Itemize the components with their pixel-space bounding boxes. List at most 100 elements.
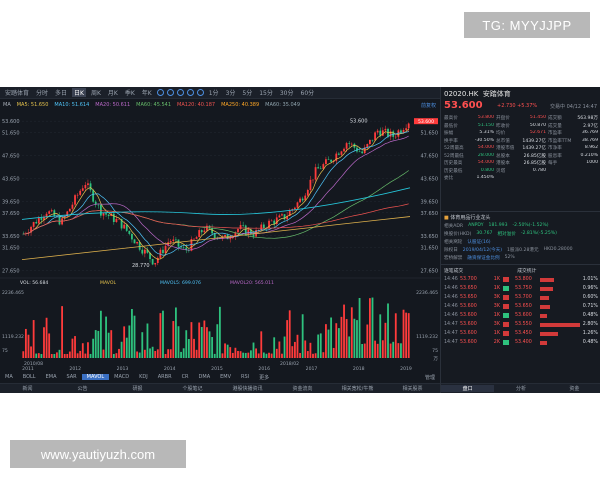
indicator-tab[interactable]: MACD (109, 374, 134, 380)
indicator-tab[interactable]: MA (0, 374, 18, 380)
bottom-tab[interactable]: 相关宽松/牛熊 (330, 385, 385, 392)
candle-body (327, 159, 330, 160)
sidebar-tab[interactable]: 分析 (494, 385, 547, 392)
toolbar-item[interactable]: 多日 (53, 88, 69, 97)
toolbar-item[interactable]: 3分 (224, 88, 238, 97)
sidebar-tab[interactable]: 资金 (548, 385, 600, 392)
bottom-tab[interactable]: 相关股票 (385, 385, 440, 392)
bottom-tab[interactable]: 资金流向 (275, 385, 330, 392)
info-line[interactable]: 除权日 2019/04/12(今天) 1股派0.28港元 HKD0.28000 (444, 247, 598, 253)
candle-body (309, 179, 312, 190)
volume-bar (343, 304, 345, 358)
info-line-part: 181.993 (488, 223, 508, 228)
toolbar-item[interactable]: 季K (123, 88, 137, 97)
indicator-tab[interactable]: SAR (62, 374, 82, 380)
volume-bar (265, 353, 268, 358)
field-value: 1439.27亿 (522, 138, 546, 144)
volume-legend: MAVOL (100, 280, 116, 286)
indicator-tab[interactable]: EMA (41, 374, 62, 380)
toolbar-item[interactable]: 周K (89, 88, 103, 97)
candle-body (71, 204, 74, 209)
candle-body (177, 239, 180, 247)
indicator-tab[interactable]: DMA (194, 374, 216, 380)
toolbar-item[interactable]: 5分 (240, 88, 254, 97)
indicator-tab[interactable]: ARBR (153, 374, 177, 380)
volume-bar (322, 352, 325, 358)
candle-body (99, 204, 102, 216)
indicator-tab[interactable]: BOLL (18, 374, 41, 380)
trade-time: 交易中 04/12 14:47 (550, 104, 597, 110)
field-label: 换手率 (444, 138, 458, 144)
info-line[interactable]: 相关窝轮 认股证(16) (444, 239, 598, 245)
sidebar-tab[interactable]: 盘口 (441, 385, 495, 392)
volume-bar (180, 351, 182, 358)
tool-icon[interactable] (196, 89, 204, 96)
volume-bar (143, 349, 146, 358)
trade-direction-tag (503, 322, 509, 327)
volume-bar (128, 325, 131, 358)
info-line[interactable]: 换股价(HKD) 30.767 相对溢价 -2.81%(-5.25%) (444, 231, 598, 237)
volume-bar (208, 331, 211, 358)
watermark-bottom: www.yautiyuzh.com (10, 440, 186, 468)
quote-field: 昨收价 50.870 (496, 123, 546, 129)
indicator-tab[interactable]: KDJ (134, 374, 153, 380)
volume-bar (270, 353, 273, 358)
bottom-tab[interactable]: 港股快播资讯 (220, 385, 275, 392)
candle-body (154, 262, 157, 265)
candle-body (262, 224, 265, 229)
toolbar-item[interactable]: 分时 (34, 88, 50, 97)
indicator-tab[interactable]: RSI (236, 374, 254, 380)
candle-body (371, 139, 374, 141)
candle-body (84, 184, 87, 189)
adjust-mode[interactable]: 前复权 (421, 102, 436, 109)
volume-bar (394, 313, 397, 358)
y-tick-label-right: 43.650 (421, 176, 439, 182)
info-line[interactable]: 相关ADR ANPDY 181.993 -2.50%(-1.52%) (444, 223, 598, 229)
tool-icon[interactable] (166, 89, 174, 96)
volume-bar (304, 340, 307, 358)
volume-bar (405, 312, 408, 358)
bottom-tab[interactable]: 新闻 (0, 385, 55, 392)
ma-value: MA5: 51.650 (16, 102, 49, 108)
indicator-tab[interactable]: 更多 (254, 374, 274, 381)
volume-bar (293, 341, 296, 358)
quote-field: 均价 52.671 (496, 130, 546, 136)
candle-body (162, 249, 164, 254)
indicator-tab[interactable]: CR (177, 374, 194, 380)
stat-percent: 0.60% (582, 295, 598, 300)
tool-icon[interactable] (186, 89, 194, 96)
toolbar-item[interactable]: 月K (106, 88, 120, 97)
bottom-tab[interactable]: 研报 (110, 385, 165, 392)
manage-button[interactable]: 管理 (420, 374, 440, 381)
toolbar-item[interactable]: 安踏体育 (3, 88, 31, 97)
volume-bar (262, 352, 265, 358)
bottom-tab[interactable]: 公告 (55, 385, 110, 392)
candle-body (193, 238, 195, 240)
candle-body (175, 239, 177, 241)
field-value: 2.97亿 (583, 123, 598, 129)
info-line-part: 相关窝轮 (444, 240, 463, 245)
industry-section[interactable]: ■ 体育用品行业龙头 (444, 214, 490, 221)
indicator-tab[interactable]: MAVOL (81, 374, 110, 380)
toolbar-item[interactable]: 30分 (278, 88, 296, 97)
chart-area[interactable]: 53.600 53.600 51.650 51.650 47.650 47.650 43.6… (0, 110, 440, 393)
volume-bar (231, 352, 234, 358)
toolbar-item[interactable]: 60分 (299, 88, 317, 97)
toolbar-item[interactable]: 年K (140, 88, 154, 97)
candle-body (107, 214, 110, 217)
toolbar-item[interactable]: 日K (72, 88, 86, 97)
tool-icon[interactable] (176, 89, 184, 96)
bottom-tab[interactable]: 个股笔记 (165, 385, 220, 392)
tool-icon[interactable] (156, 89, 164, 96)
indicator-tab[interactable]: EMV (215, 374, 236, 380)
candle-body (407, 123, 410, 129)
trade-qty: 1K (493, 286, 500, 291)
toolbar-item[interactable]: 15分 (257, 88, 275, 97)
y-tick-label-left: 27.650 (2, 268, 20, 274)
field-label: 股息率 (548, 153, 562, 159)
info-line[interactable]: 宏桥解禁 融资保证金比例 52% (444, 255, 598, 261)
volume-bar (237, 350, 239, 358)
candlestick-chart[interactable]: 53.600 53.600 51.650 51.650 47.650 47.650 43.6… (0, 110, 440, 372)
toolbar-item[interactable]: 1分 (207, 88, 221, 97)
volume-bar (84, 353, 87, 358)
